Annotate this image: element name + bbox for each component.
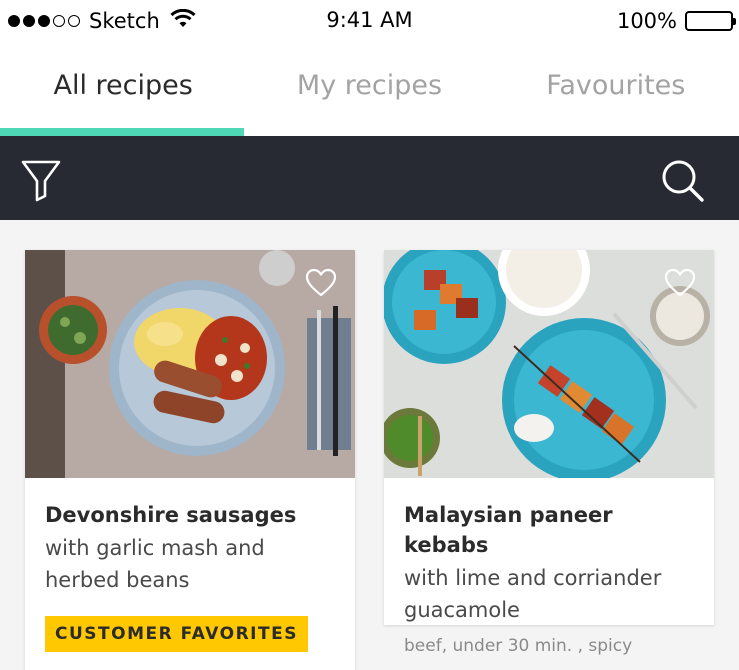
battery-icon (685, 11, 736, 31)
toolbar (0, 136, 739, 220)
tab-favourites[interactable]: Favourites (493, 42, 739, 136)
battery-percentage: 100% (616, 9, 677, 33)
recipe-tabs: All recipes My recipes Favourites (0, 42, 739, 136)
filter-icon[interactable] (18, 156, 66, 204)
recipe-title: Malaysian paneer kebabs (404, 503, 613, 557)
recipe-card[interactable]: Malaysian paneer kebabs with lime and co… (384, 250, 714, 656)
recipe-tags: beef, under 30 min. , spicy (404, 636, 633, 656)
tab-all-recipes[interactable]: All recipes (0, 42, 246, 136)
recipe-title: Devonshire sausages (45, 503, 297, 527)
recipe-list: Devonshire sausages with garlic mash and… (0, 220, 739, 670)
heart-icon[interactable] (305, 268, 337, 298)
recipe-card[interactable]: Devonshire sausages with garlic mash and… (25, 250, 355, 670)
tab-my-recipes[interactable]: My recipes (246, 42, 492, 136)
search-icon[interactable] (659, 156, 707, 204)
status-bar: Sketch 9:41 AM 100% (0, 0, 739, 42)
recipe-subtitle: with garlic mash and herbed beans (45, 536, 265, 592)
recipe-photo-sausages (25, 250, 355, 478)
active-tab-indicator (0, 128, 244, 136)
recipe-photo-kebabs (384, 250, 714, 478)
heart-icon[interactable] (664, 268, 696, 298)
battery-status: 100% (616, 8, 736, 34)
customer-favorites-badge: CUSTOMER FAVORITES (45, 616, 308, 652)
recipe-subtitle: with lime and corriander guacamole (404, 566, 662, 622)
